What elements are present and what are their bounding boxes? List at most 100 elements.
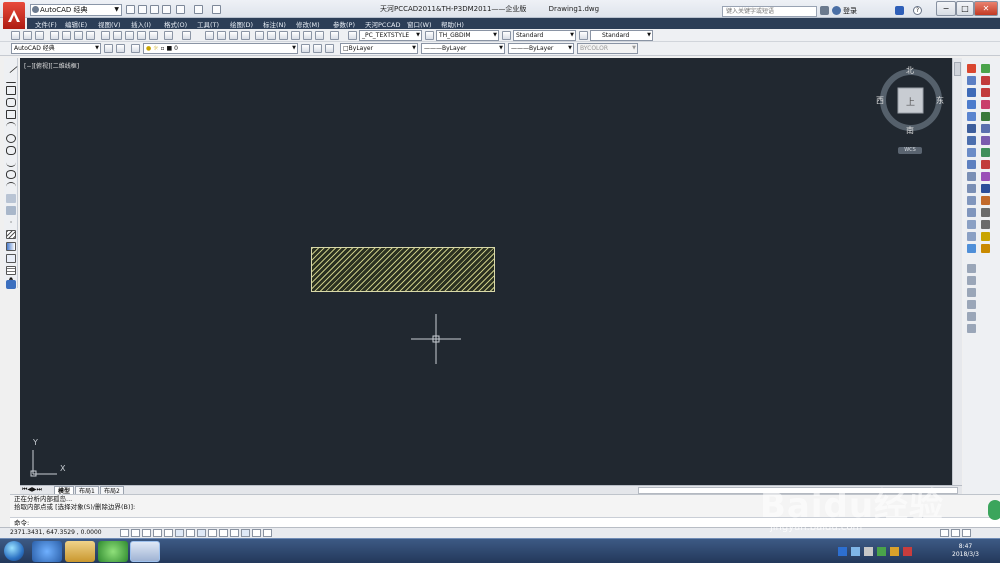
cursor-coordinates[interactable]: 2371.3431, 647.3529 , 0.0000 <box>10 529 102 536</box>
layer-previous-icon[interactable] <box>313 44 322 53</box>
dims-front-icon[interactable] <box>967 312 976 321</box>
pccad-tool-3-icon[interactable] <box>981 88 990 97</box>
make-current-layer-icon[interactable] <box>301 44 310 53</box>
help-icon[interactable] <box>330 31 339 40</box>
maximize-button[interactable]: □ <box>956 1 974 16</box>
menu-view[interactable]: 视图(V) <box>98 19 121 29</box>
lock-ui-icon[interactable] <box>951 529 960 537</box>
ortho-mode-toggle[interactable] <box>153 529 162 537</box>
help-icon[interactable]: ? <box>913 6 922 15</box>
region-icon[interactable] <box>6 254 16 263</box>
markup-icon[interactable] <box>303 31 312 40</box>
rectangle-icon[interactable] <box>6 110 16 119</box>
pccad-tool-12-icon[interactable] <box>981 196 990 205</box>
point-icon[interactable]: · <box>6 218 16 227</box>
plot-icon[interactable] <box>212 5 221 14</box>
media-player-icon[interactable] <box>98 541 128 562</box>
zoom-previous-icon[interactable] <box>241 31 250 40</box>
move-icon[interactable] <box>967 124 976 133</box>
dynamic-input-toggle[interactable] <box>219 529 228 537</box>
pccad-tool-14-icon[interactable] <box>981 220 990 229</box>
3d-print-icon[interactable] <box>86 31 95 40</box>
plot-preview-icon[interactable] <box>62 31 71 40</box>
layer-state-icon[interactable] <box>325 44 334 53</box>
lineweight-toggle[interactable] <box>230 529 239 537</box>
explode-icon[interactable] <box>967 244 976 253</box>
application-menu-button[interactable] <box>3 2 25 32</box>
object-snap-tracking-toggle[interactable] <box>197 529 206 537</box>
object-snap-toggle[interactable] <box>175 529 184 537</box>
revision-cloud-icon[interactable] <box>6 146 16 155</box>
ellipse-icon[interactable] <box>6 170 16 179</box>
cut-icon[interactable] <box>101 31 110 40</box>
break-icon[interactable] <box>967 196 976 205</box>
viewcube-west[interactable]: 西 <box>876 95 884 106</box>
pccad-tool-5-icon[interactable] <box>981 112 990 121</box>
viewcube-north[interactable]: 北 <box>906 65 914 76</box>
text-style-icon[interactable] <box>348 31 357 40</box>
hatched-rectangle[interactable] <box>311 247 495 292</box>
file-explorer-icon[interactable] <box>65 541 95 562</box>
tray-network-icon[interactable] <box>851 547 860 556</box>
side-float-button[interactable] <box>988 500 1000 520</box>
extend-icon[interactable] <box>967 184 976 193</box>
pccad-tool-16-icon[interactable] <box>981 244 990 253</box>
search-input[interactable]: 键入关键字或短语 <box>722 6 817 17</box>
workspace-switch-icon[interactable] <box>940 529 949 537</box>
tray-alert-icon[interactable] <box>903 547 912 556</box>
pccad-taskbar-icon[interactable] <box>130 541 160 562</box>
workspace-select[interactable]: AutoCAD 经典 ▼ <box>11 43 101 54</box>
pccad-tool-6-icon[interactable] <box>981 124 990 133</box>
construction-line-icon[interactable] <box>6 74 16 83</box>
dim-style-icon[interactable] <box>425 31 434 40</box>
pccad-tool-8-icon[interactable] <box>981 148 990 157</box>
user-icon[interactable] <box>832 6 841 15</box>
tray-app-icon[interactable] <box>838 547 847 556</box>
copy-icon[interactable] <box>113 31 122 40</box>
pccad-tool-9-icon[interactable] <box>981 160 990 169</box>
table-icon[interactable] <box>6 266 16 275</box>
copy-object-icon[interactable] <box>967 76 976 85</box>
viewcube-south[interactable]: 南 <box>906 125 914 136</box>
workspace-switcher[interactable]: AutoCAD 经典 ▼ <box>30 4 122 16</box>
text-front-icon[interactable] <box>967 300 976 309</box>
tool-palettes-icon[interactable] <box>279 31 288 40</box>
save-icon[interactable] <box>35 31 44 40</box>
redo-icon[interactable] <box>182 31 191 40</box>
pccad-tool-1-icon[interactable] <box>981 64 990 73</box>
chamfer-icon[interactable] <box>967 220 976 229</box>
pan-icon[interactable] <box>205 31 214 40</box>
array-icon[interactable] <box>967 112 976 121</box>
undo-icon[interactable] <box>164 31 173 40</box>
pccad-tool-7-icon[interactable] <box>981 136 990 145</box>
workspace-settings-icon[interactable] <box>104 44 113 53</box>
pccad-tool-4-icon[interactable] <box>981 100 990 109</box>
save-icon[interactable] <box>150 5 159 14</box>
binoculars-icon[interactable] <box>820 6 829 15</box>
minimize-button[interactable]: − <box>936 1 956 16</box>
stretch-icon[interactable] <box>967 160 976 169</box>
exchange-icon[interactable] <box>895 6 904 15</box>
erase-icon[interactable] <box>967 64 976 73</box>
trim-icon[interactable] <box>967 172 976 181</box>
viewcube-east[interactable]: 东 <box>936 95 944 106</box>
send-back-icon[interactable] <box>967 288 976 297</box>
zoom-realtime-icon[interactable] <box>217 31 226 40</box>
tray-volume-icon[interactable] <box>864 547 873 556</box>
redo-icon[interactable] <box>194 5 203 14</box>
tray-security-icon[interactable] <box>877 547 886 556</box>
insert-block-icon[interactable] <box>6 194 16 203</box>
polyline-icon[interactable] <box>6 86 16 95</box>
sheet-set-icon[interactable] <box>291 31 300 40</box>
table-style-icon[interactable] <box>502 31 511 40</box>
grid-display-toggle[interactable] <box>142 529 151 537</box>
open-file-icon[interactable] <box>138 5 147 14</box>
lineweight-select[interactable]: ———ByLayer ▼ <box>508 43 574 54</box>
wcs-menu[interactable]: WCS <box>898 147 922 154</box>
save-as-icon[interactable] <box>162 5 171 14</box>
viewcube-top-label[interactable]: 上 <box>906 95 915 108</box>
qnew-icon[interactable] <box>11 31 20 40</box>
color-select[interactable]: □ByLayer ▼ <box>340 43 418 54</box>
offset-icon[interactable] <box>967 100 976 109</box>
block-editor-icon[interactable] <box>149 31 158 40</box>
